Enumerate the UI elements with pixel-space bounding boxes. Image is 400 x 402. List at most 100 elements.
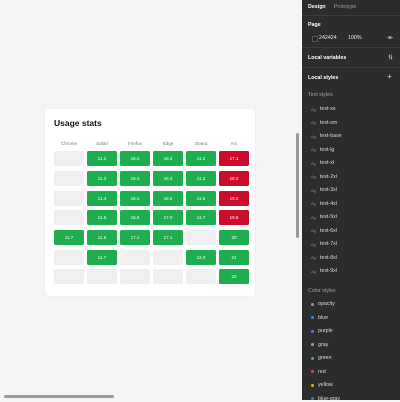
text-style-item[interactable]: Ag text-7xl: [311, 241, 337, 247]
page-opacity-value[interactable]: 100%: [348, 35, 362, 41]
panel-tabs: Design Prototype: [308, 4, 356, 10]
page-color-swatch[interactable]: [312, 36, 318, 42]
table-cell: 11.2: [87, 151, 117, 166]
text-style-icon: Ag: [311, 228, 316, 233]
horizontal-scrollbar[interactable]: [4, 395, 114, 398]
text-style-label: text-xl: [319, 160, 335, 166]
table-cell: 19.5: [219, 210, 249, 225]
text-style-item[interactable]: Ag text-9xl: [311, 268, 337, 274]
text-style-item[interactable]: Ag text-base: [311, 133, 342, 139]
text-style-label: text-8xl: [319, 254, 337, 261]
text-style-icon: Ag: [311, 160, 316, 166]
local-variables-title[interactable]: Local variables: [308, 55, 346, 61]
page-color-value[interactable]: 242424: [319, 35, 337, 41]
table-cell: 17.0: [153, 210, 183, 225]
text-style-item[interactable]: Ag text-sm: [311, 120, 337, 126]
color-swatch: [311, 383, 314, 387]
color-style-label: opacity: [318, 301, 335, 307]
color-style-item[interactable]: red: [311, 369, 326, 375]
table-cell: 16.4: [120, 191, 150, 206]
tab-prototype[interactable]: Prototype: [334, 4, 357, 10]
color-style-item[interactable]: blue-gray: [311, 396, 340, 402]
table-cell: 11.3: [186, 171, 216, 186]
color-style-item[interactable]: opacity: [311, 301, 335, 307]
table-cell: 11.2: [186, 151, 216, 166]
color-style-item[interactable]: green: [311, 355, 332, 361]
table-cell: 18.2: [219, 171, 249, 186]
color-style-item[interactable]: gray: [311, 342, 328, 348]
page-section-title: Page: [308, 22, 321, 28]
text-style-item[interactable]: Ag text-4xl: [311, 201, 337, 207]
text-style-item[interactable]: Ag text-3xl: [311, 187, 337, 193]
table-cell: 11.6: [87, 230, 117, 245]
color-swatch: [311, 329, 314, 333]
table-cell: 17.1: [153, 230, 183, 245]
color-style-label: blue-gray: [318, 395, 341, 402]
table-cell: [54, 250, 84, 265]
table-cell: 16.2: [153, 151, 183, 166]
eye-icon[interactable]: [387, 35, 393, 40]
table-cell: 12.0: [186, 250, 216, 265]
color-style-label: blue: [318, 314, 329, 321]
text-style-item[interactable]: Ag text-8xl: [311, 255, 337, 261]
text-style-item[interactable]: Ag text-xs: [311, 106, 336, 112]
color-style-label: gray: [318, 341, 329, 348]
table-cell: 11.3: [87, 171, 117, 186]
table-cell: [54, 191, 84, 206]
text-style-label: text-2xl: [319, 173, 337, 180]
table-cell: [186, 269, 216, 284]
text-style-label: text-7xl: [319, 241, 337, 247]
table-cell: 17.1: [120, 230, 150, 245]
color-style-item[interactable]: purple: [311, 328, 333, 334]
color-style-item[interactable]: blue: [311, 315, 328, 321]
table-cell: [87, 269, 117, 284]
column-header-edge: Edge: [162, 141, 174, 146]
table-cell: [54, 151, 84, 166]
text-style-label: text-5xl: [319, 214, 337, 220]
canvas[interactable]: Usage stats Chrome Safari Firefox Edge Opera…: [0, 0, 302, 400]
local-styles-title: Local styles: [308, 75, 339, 81]
table-cell: 11.7: [87, 250, 117, 265]
vertical-scrollbar[interactable]: [296, 133, 299, 238]
text-style-label: text-9xl: [319, 268, 337, 274]
text-style-item[interactable]: Ag text-lg: [311, 147, 334, 153]
column-header-opera: Opera: [194, 141, 208, 146]
text-style-item[interactable]: Ag text-6xl: [311, 228, 337, 234]
text-style-item[interactable]: Ag text-2xl: [311, 174, 337, 180]
table-cell: 22: [219, 269, 249, 284]
table-cell: [120, 250, 150, 265]
table-cell: 16.6: [120, 210, 150, 225]
tab-design[interactable]: Design: [308, 4, 326, 10]
table-cell: [120, 269, 150, 284]
text-style-item[interactable]: Ag text-xl: [311, 160, 334, 166]
color-styles-label: Color styles: [308, 288, 336, 294]
text-style-icon: Ag: [311, 268, 316, 274]
table-cell: 16.3: [120, 171, 150, 186]
color-swatch: [311, 356, 314, 360]
divider: [302, 67, 400, 68]
column-header-chrome: Chrome: [60, 141, 77, 146]
text-style-label: text-xs: [319, 106, 336, 112]
adjust-icon[interactable]: [388, 54, 393, 60]
color-style-item[interactable]: yellow: [311, 382, 333, 388]
text-style-label: text-base: [319, 133, 342, 139]
table-cell: [54, 171, 84, 186]
table-cell: 16.3: [153, 171, 183, 186]
text-style-icon: Ag: [311, 241, 316, 247]
text-style-item[interactable]: Ag text-5xl: [311, 214, 337, 220]
text-style-icon: Ag: [311, 255, 316, 260]
column-header-firefox: Firefox: [128, 141, 142, 146]
card-title: Usage stats: [54, 118, 102, 128]
table-cell: 16.5: [153, 191, 183, 206]
text-style-icon: Ag: [311, 120, 316, 125]
table-cell: 17.1: [219, 151, 249, 166]
table-cell: 11.5: [87, 210, 117, 225]
plus-icon[interactable]: [387, 74, 392, 79]
text-style-icon: Ag: [311, 174, 316, 179]
text-style-label: text-lg: [319, 146, 335, 153]
table-cell: 16.2: [120, 151, 150, 166]
text-style-label: text-4xl: [319, 200, 337, 207]
text-style-icon: Ag: [311, 147, 316, 152]
usage-stats-card[interactable]: Usage stats Chrome Safari Firefox Edge Opera…: [45, 109, 255, 296]
properties-panel: Design Prototype Page 242424 100% Local …: [302, 0, 400, 402]
